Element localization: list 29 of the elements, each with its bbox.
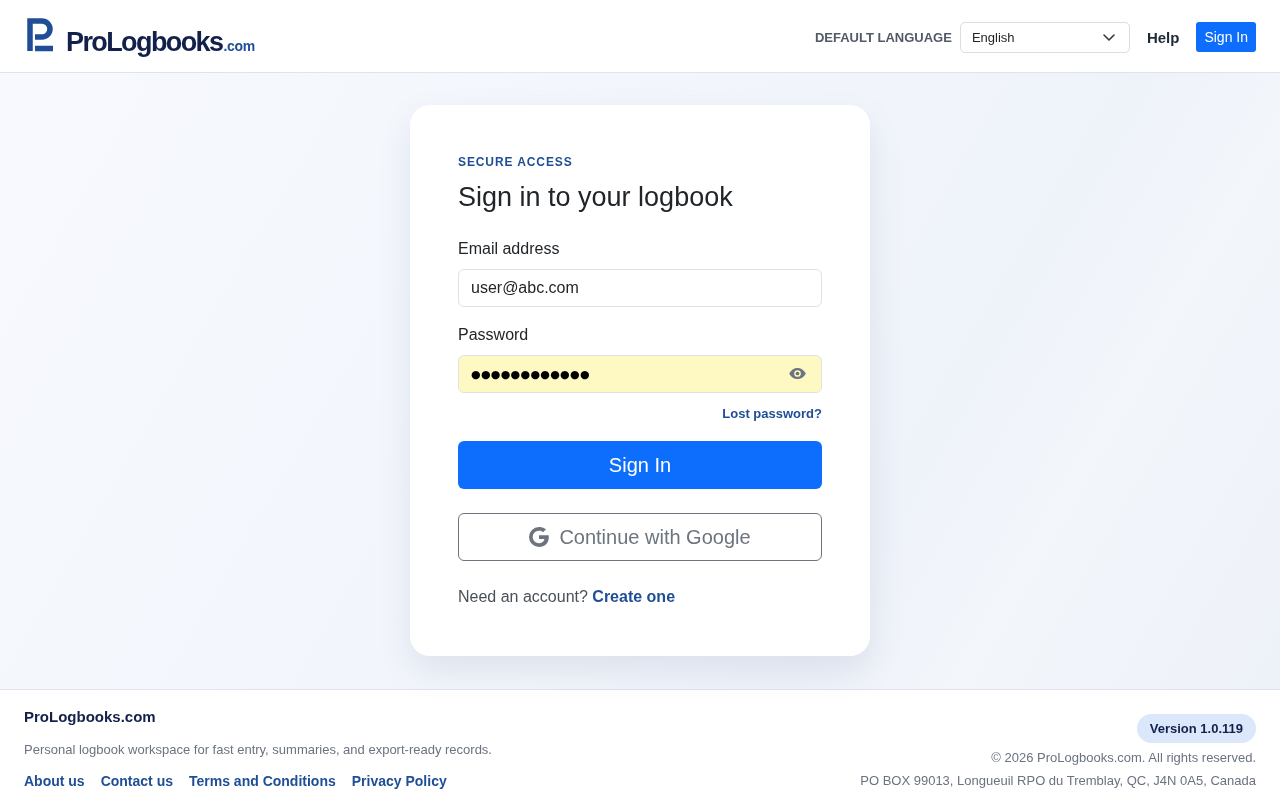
footer-link[interactable]: About us bbox=[24, 771, 85, 791]
field-label: Email address bbox=[458, 239, 561, 259]
help-link[interactable]: Help bbox=[1146, 28, 1180, 46]
footer-link[interactable]: Terms and Conditions bbox=[189, 771, 336, 791]
sign-in-button[interactable]: Sign In bbox=[1196, 22, 1256, 52]
email-field[interactable]: user@abc.com bbox=[458, 269, 822, 307]
footer-tagline: Personal logbook workspace for fast entry, summaries, and export-ready records. bbox=[24, 741, 492, 759]
create-account-link[interactable]: Create one bbox=[592, 588, 676, 605]
footer-link[interactable]: Contact us bbox=[100, 771, 173, 791]
g-logo-icon bbox=[529, 527, 550, 547]
eye-icon[interactable] bbox=[788, 367, 807, 380]
language-label: DEFAULT LANGUAGE bbox=[814, 29, 952, 45]
logo-wordmark[interactable]: ProLogbooks.com bbox=[66, 29, 255, 56]
language-select[interactable]: English bbox=[959, 21, 1130, 53]
version-badge: Version 1.0.119 bbox=[1136, 714, 1256, 743]
field-label: Password bbox=[458, 325, 530, 345]
card-title: Sign in to your logbook bbox=[458, 181, 734, 214]
sign-in-submit-button[interactable]: Sign In bbox=[458, 441, 822, 489]
password-field[interactable]: ●●●●●●●●●●●● bbox=[458, 355, 822, 393]
chevron-down-icon bbox=[1102, 33, 1115, 41]
google-sign-in-button[interactable]: Continue with Google bbox=[458, 513, 822, 561]
footer-brand: ProLogbooks.com bbox=[24, 707, 157, 727]
copyright-text: © 2026 ProLogbooks.com. All rights reserved. bbox=[991, 749, 1256, 767]
signup-prompt: Need an account? Create one bbox=[458, 587, 677, 607]
logo-icon bbox=[26, 18, 54, 52]
eyebrow-label: SECURE ACCESS bbox=[458, 154, 574, 170]
lost-password-link[interactable]: Lost password? bbox=[722, 405, 822, 423]
footer-link[interactable]: Privacy Policy bbox=[351, 771, 447, 791]
address-text: PO BOX 99013, Longueuil RPO du Tremblay, QC, J4N 0A5, Canada bbox=[860, 772, 1256, 790]
